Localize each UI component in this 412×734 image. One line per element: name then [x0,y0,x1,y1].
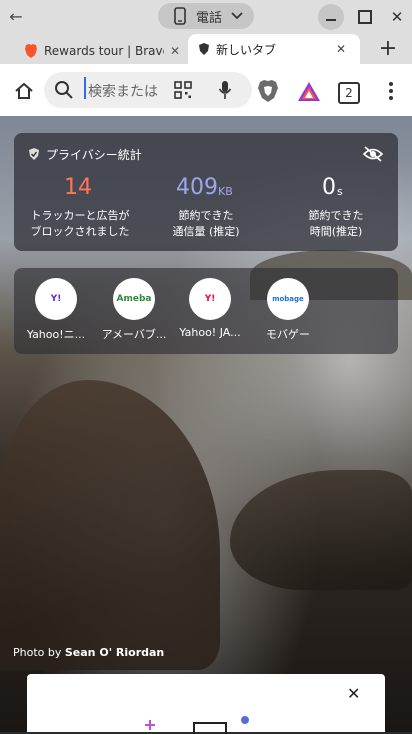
bandwidth-saved-value: 409 [176,175,218,200]
dot-icon [241,716,249,724]
ameba-icon: Ameba [113,278,155,320]
bandwidth-saved-label-1: 節約できた [178,209,234,222]
privacy-stats-widget: プライバシー統計 14 トラッカーと広告が ブロックされました 409 KB 節… [14,133,398,251]
tab-strip: Rewards tour | Brave ✕ 新しいタブ ✕ + [0,34,412,64]
top-site-ameba[interactable]: Ameba アメーバブ... [98,278,170,342]
bandwidth-saved-label-2: 通信量 (推定) [172,225,240,238]
yahoo-news-icon: Y! [35,278,77,320]
yahoo-japan-icon: Y! [189,278,231,320]
top-site-yahoo-japan[interactable]: Y! Yahoo! JA... [174,278,246,339]
window-close-button[interactable]: ✕ [386,6,408,28]
privacy-stats-title: プライバシー統計 [46,148,142,162]
top-site-label: モバゲー [266,328,310,341]
time-saved-value: 0 [322,175,336,200]
time-saved-label-2: 時間(推定) [309,225,363,238]
tab-new-tab[interactable]: 新しいタブ ✕ [188,34,360,64]
device-label: 電話 [196,10,223,26]
top-site-label: Yahoo!ニ... [26,328,86,341]
photo-credit-prefix: Photo by [13,646,65,659]
browser-toolbar: 検索または 2 [0,64,412,116]
tab-switcher-button[interactable]: 2 [338,82,360,104]
minimize-button[interactable] [318,4,344,30]
back-arrow-icon[interactable]: ← [6,6,26,26]
time-saved-unit: s [337,185,343,198]
tab-close-icon[interactable]: ✕ [170,44,180,58]
brave-rewards-icon[interactable] [296,80,322,104]
top-site-mobage[interactable]: mobage モバゲー [252,278,324,342]
search-icon [55,81,73,99]
maximize-icon [358,10,372,24]
bandwidth-saved-unit: KB [218,185,233,198]
tab-title: 新しいタブ [216,42,277,57]
top-site-label: Yahoo! JA... [179,326,241,339]
brave-shields-icon[interactable] [256,78,280,104]
brave-lion-icon [25,44,37,58]
home-icon[interactable] [14,82,34,100]
trackers-blocked-label-1: トラッカーと広告が [30,209,130,222]
bottom-card-close-button[interactable]: ✕ [347,684,360,703]
window-title-bar: ← 電話 ✕ [0,0,412,34]
address-bar[interactable]: 検索または [44,72,252,108]
new-tab-button[interactable]: + [376,36,400,61]
minimize-icon [326,19,336,21]
trackers-blocked-count: 14 [64,175,92,200]
time-saved-label-1: 節約できた [308,209,364,222]
shield-check-icon [29,148,39,160]
top-site-label: アメーバブ... [101,328,167,341]
eye-hidden-icon[interactable] [362,145,384,163]
search-input[interactable]: 検索または [88,81,158,101]
device-illustration-icon [193,722,227,734]
tab-rewards-tour[interactable]: Rewards tour | Brave ✕ [14,38,186,64]
mobage-icon: mobage [267,278,309,320]
tab-title: Rewards tour | Brave [44,44,164,58]
maximize-button[interactable] [354,6,376,28]
chevron-down-icon [231,12,243,20]
text-cursor [84,77,86,99]
more-menu-icon[interactable] [386,80,396,102]
brave-shield-icon [199,43,209,55]
top-site-yahoo-news[interactable]: Y! Yahoo!ニ... [20,278,92,342]
bottom-promo-card: ✕ [27,674,385,734]
trackers-blocked-label-2: ブロックされました [30,225,130,238]
phone-icon [174,7,186,25]
tab-close-icon[interactable]: ✕ [336,42,346,56]
microphone-icon[interactable] [218,80,232,100]
photo-credit-name[interactable]: Sean O' Riordan [65,646,164,659]
top-sites-widget: Y! Yahoo!ニ... Ameba アメーバブ... Y! Yahoo! J… [14,268,398,354]
qr-code-icon[interactable] [174,81,192,99]
photo-credit: Photo by Sean O' Riordan [13,646,164,659]
device-selector[interactable]: 電話 [158,3,254,29]
sparkle-icon [145,720,155,730]
